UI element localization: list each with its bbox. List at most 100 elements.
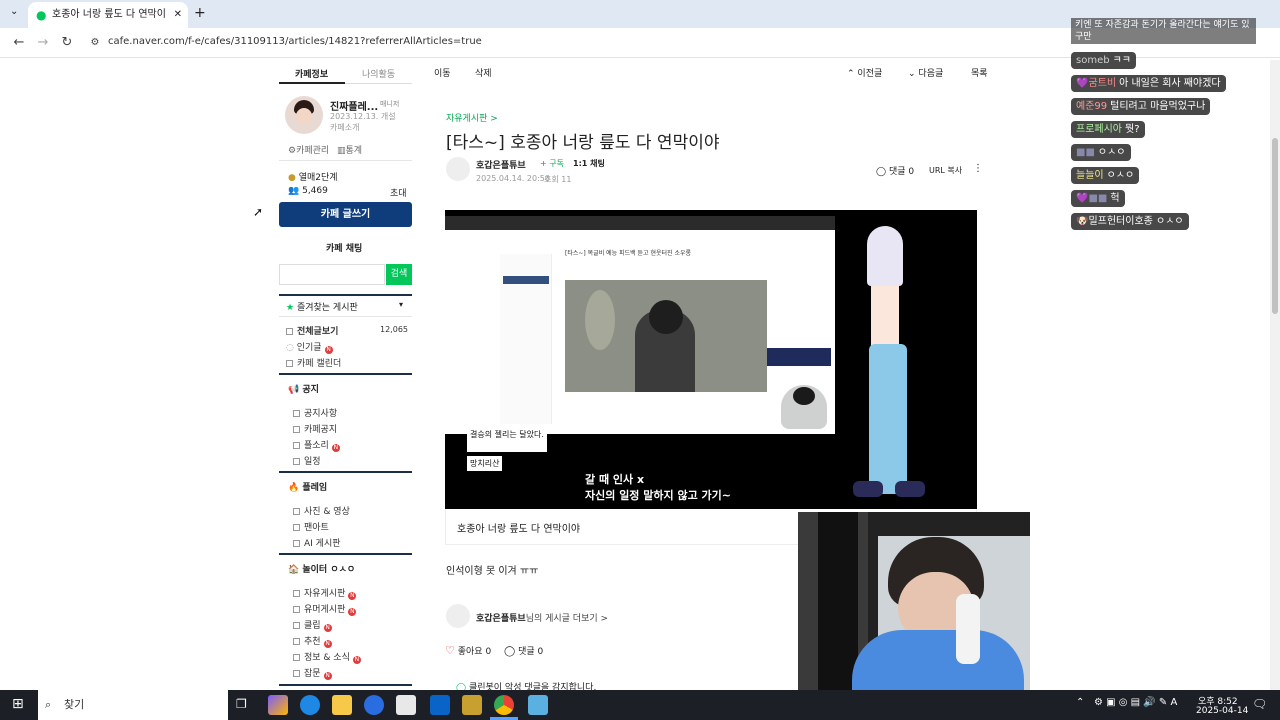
app-icon-2[interactable]: [462, 695, 482, 715]
cafe-manage-link[interactable]: ⚙카페관리: [288, 143, 329, 156]
sidebar-item[interactable]: AI 게시판: [293, 536, 341, 549]
windows-start-icon[interactable]: ⊞: [12, 696, 24, 712]
sidebar-item[interactable]: 일정: [293, 454, 321, 467]
subtitle-line-1: 갈 때 인사 x: [585, 473, 645, 486]
delete-button[interactable]: 삭제: [475, 66, 492, 79]
chevron-down-icon[interactable]: ▾: [399, 300, 403, 309]
author-avatar-small[interactable]: [446, 604, 470, 628]
divider: [279, 160, 412, 161]
like-button[interactable]: ♡ 좋아요 0: [445, 644, 491, 657]
move-button[interactable]: 이동: [434, 66, 451, 79]
active-tab-underline: [279, 82, 345, 84]
author-avatar[interactable]: [446, 157, 470, 181]
tab-cafe-info[interactable]: 카페정보: [295, 67, 328, 80]
more-options-icon[interactable]: ⋮: [973, 163, 983, 174]
cafe-intro-link[interactable]: 카페소개: [330, 122, 359, 133]
chat-top-message: 키엔 또 자존감과 돈기가 올라간다는 얘기도 있구만: [1071, 18, 1256, 44]
post-image[interactable]: [타스~] 목글비 예능 피드백 듣고 현웃터진 소우롱 결승의 젤리는 달았다…: [445, 210, 977, 509]
chat-message: 🐶밀프헌터이호종 ㅇㅅㅇ: [1071, 213, 1189, 230]
reload-icon[interactable]: ↻: [58, 34, 76, 52]
star-icon: ★: [286, 303, 295, 313]
file-explorer-icon[interactable]: [332, 695, 352, 715]
board-link[interactable]: 자유게시판 >: [446, 111, 498, 124]
sidebar-item[interactable]: 추천 N: [293, 634, 332, 648]
url-copy-button[interactable]: URL 복사: [929, 165, 962, 176]
all-posts-link[interactable]: 전체글보기: [286, 324, 338, 337]
fruit-icon: ●: [288, 173, 296, 183]
forward-icon[interactable]: →: [34, 34, 52, 52]
all-posts-count: 12,065: [380, 325, 408, 334]
image-caption: 호종아 너랑 릎도 다 연막이야: [457, 524, 581, 535]
browser-tab[interactable]: ● 호종아 너랑 릎도 다 연막이 ✕: [28, 2, 188, 28]
sidebar-item[interactable]: 잡문 N: [293, 666, 332, 680]
app-icon-3[interactable]: [528, 695, 548, 715]
sidebar-item[interactable]: 정보 & 소식 N: [293, 650, 361, 664]
one-to-one-chat[interactable]: 1:1 채팅: [573, 158, 605, 169]
close-tab-icon[interactable]: ✕: [174, 2, 182, 28]
sidebar-item[interactable]: 사진 & 영상: [293, 504, 350, 517]
chrome-icon[interactable]: [494, 695, 514, 715]
heart-badge-icon: 💜: [1076, 193, 1089, 204]
scrollbar-thumb[interactable]: [1272, 138, 1278, 314]
prev-post-button[interactable]: ⌃ 이전글: [847, 66, 882, 79]
task-view-icon[interactable]: ❐: [236, 697, 247, 711]
taskbar-date[interactable]: 2025-04-14: [1196, 706, 1248, 716]
sidebar-item[interactable]: 클립 N: [293, 618, 332, 632]
comment-icon: ◯: [504, 646, 516, 657]
taskbar-search[interactable]: ⌕ 찾기: [38, 690, 228, 720]
cafe-write-button[interactable]: 카페 글쓰기: [279, 202, 412, 227]
chat-message: someb ㅋㅋ: [1071, 52, 1136, 69]
edge-icon[interactable]: [300, 695, 320, 715]
more-posts-link[interactable]: 호갑은플튜브님의 게시글 더보기 >: [476, 611, 608, 624]
page-scrollbar[interactable]: [1270, 60, 1280, 690]
next-post-button[interactable]: ⌄ 다음글: [908, 66, 943, 79]
chat-message: 💜■■ 헉: [1071, 190, 1125, 207]
cafe-chat-button[interactable]: 카페 채팅: [326, 241, 362, 254]
tray-icons[interactable]: ⚙ ▣ ◎ ▤ 🔊 ✎ A: [1094, 697, 1177, 708]
new-tab-icon[interactable]: +: [194, 5, 206, 21]
invite-link[interactable]: 초대: [390, 186, 407, 199]
sidebar-item[interactable]: 카페공지: [293, 422, 337, 435]
heart-badge-icon: 💜: [1076, 78, 1089, 89]
app-icon[interactable]: [364, 695, 384, 715]
cafe-avatar[interactable]: [285, 96, 323, 134]
sidebar-item[interactable]: 팬아트: [293, 520, 329, 533]
search-button[interactable]: 검색: [386, 264, 412, 285]
sidebar-item[interactable]: 유머게시판 N: [293, 602, 357, 616]
copilot-icon[interactable]: [268, 695, 288, 715]
store-icon[interactable]: [396, 695, 416, 715]
subscribe-button[interactable]: + 구독: [540, 158, 564, 169]
author-name[interactable]: 호갑은플튜브: [476, 158, 526, 171]
comments-count[interactable]: ◯ 댓글 0: [876, 164, 914, 177]
tray-chevron-up-icon[interactable]: ⌃: [1076, 697, 1084, 708]
favorites-header[interactable]: ★ 즐겨찾는 게시판: [286, 300, 358, 313]
popular-icon: ◌: [286, 343, 294, 353]
tab-list-icon[interactable]: ⌄: [10, 6, 18, 17]
sidebar-item[interactable]: 자유게시판 N: [293, 586, 357, 600]
inner-screenshot: [타스~] 목글비 예능 피드백 듣고 현웃터진 소우롱: [445, 216, 835, 434]
outlook-icon[interactable]: [430, 695, 450, 715]
popular-link[interactable]: ◌ 인기글 N: [286, 340, 333, 354]
list-button[interactable]: 목록: [971, 66, 988, 79]
house-icon: 🏠: [288, 565, 300, 575]
stats-link[interactable]: ▥통계: [337, 143, 362, 156]
sidebar-item[interactable]: 플소리 N: [293, 438, 340, 452]
section-divider: [279, 373, 412, 375]
notification-icon[interactable]: 🗨: [1252, 697, 1267, 711]
sidebar-item[interactable]: 공지사항: [293, 406, 337, 419]
back-icon[interactable]: ←: [10, 34, 28, 52]
post-date: 2025.04.14. 20:50: [476, 174, 550, 183]
windows-taskbar: ⊞ ⌕ 찾기 ❐ ⌃ ⚙ ▣ ◎ ▤ 🔊 ✎ A 오후 8:52 2025-04…: [0, 690, 1280, 720]
note-bubble-2: 망치리산: [467, 456, 503, 471]
comment-button[interactable]: ◯ 댓글 0: [504, 644, 543, 657]
cafe-search-input[interactable]: [279, 264, 385, 285]
chevron-up-icon: ⌃: [847, 69, 855, 79]
url-field[interactable]: cafe.naver.com/f-e/cafes/31109113/articl…: [108, 36, 482, 47]
site-info-icon[interactable]: ⚙: [86, 34, 104, 52]
rank-label: ● 열매2단계: [288, 173, 338, 183]
tab-my-activity[interactable]: 나의활동: [362, 67, 395, 80]
calendar-link[interactable]: 카페 캘린더: [286, 356, 341, 369]
founded-date: 2023.12.13. 개설: [330, 112, 396, 121]
board-icon: [286, 328, 293, 335]
new-badge: N: [324, 346, 333, 354]
